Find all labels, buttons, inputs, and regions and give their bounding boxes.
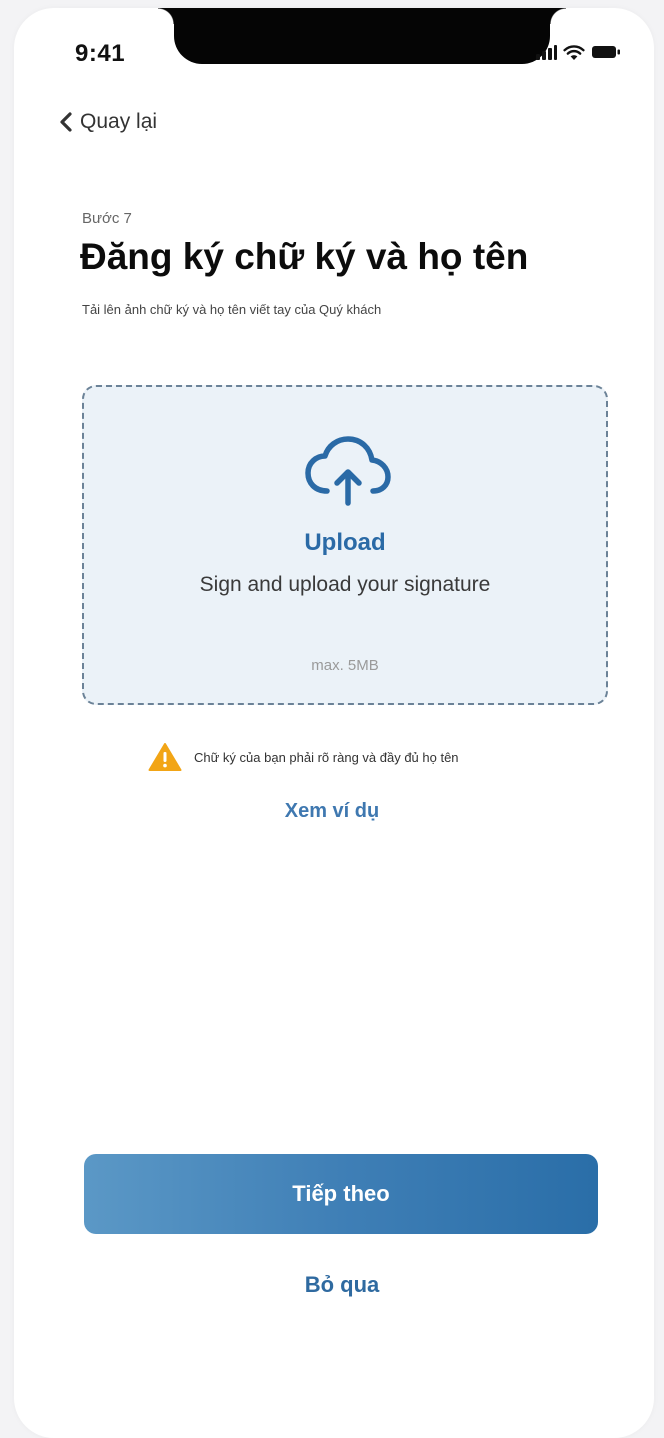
- upload-title: Upload: [304, 529, 386, 556]
- warning-text: Chữ ký của bạn phải rõ ràng và đầy đủ họ…: [194, 749, 459, 765]
- upload-max-size: max. 5MB: [311, 657, 379, 674]
- skip-button[interactable]: Bỏ qua: [0, 1272, 664, 1298]
- view-example-link[interactable]: Xem ví dụ: [0, 800, 664, 823]
- status-icons: [535, 40, 621, 64]
- signal-icon: [536, 45, 557, 60]
- next-button[interactable]: Tiếp theo: [84, 1154, 598, 1234]
- warning-message: Chữ ký của bạn phải rõ ràng và đầy đủ họ…: [148, 742, 459, 772]
- upload-dropzone[interactable]: Upload Sign and upload your signature ma…: [82, 385, 608, 705]
- wifi-icon: [563, 44, 585, 60]
- back-label: Quay lại: [80, 110, 158, 133]
- notch: [158, 8, 566, 64]
- upload-description: Sign and upload your signature: [199, 573, 491, 596]
- chevron-left-icon: [60, 112, 72, 132]
- status-time: 9:41: [75, 40, 126, 67]
- page-title: Đăng ký chữ ký và họ tên: [80, 236, 529, 277]
- page-subtitle: Tải lên ảnh chữ ký và họ tên viết tay củ…: [82, 302, 382, 317]
- warning-icon: [148, 743, 182, 771]
- back-button[interactable]: Quay lại: [58, 110, 157, 134]
- step-label: Bước 7: [82, 210, 132, 227]
- cloud-upload-icon: [305, 436, 391, 506]
- battery-icon: [592, 46, 620, 58]
